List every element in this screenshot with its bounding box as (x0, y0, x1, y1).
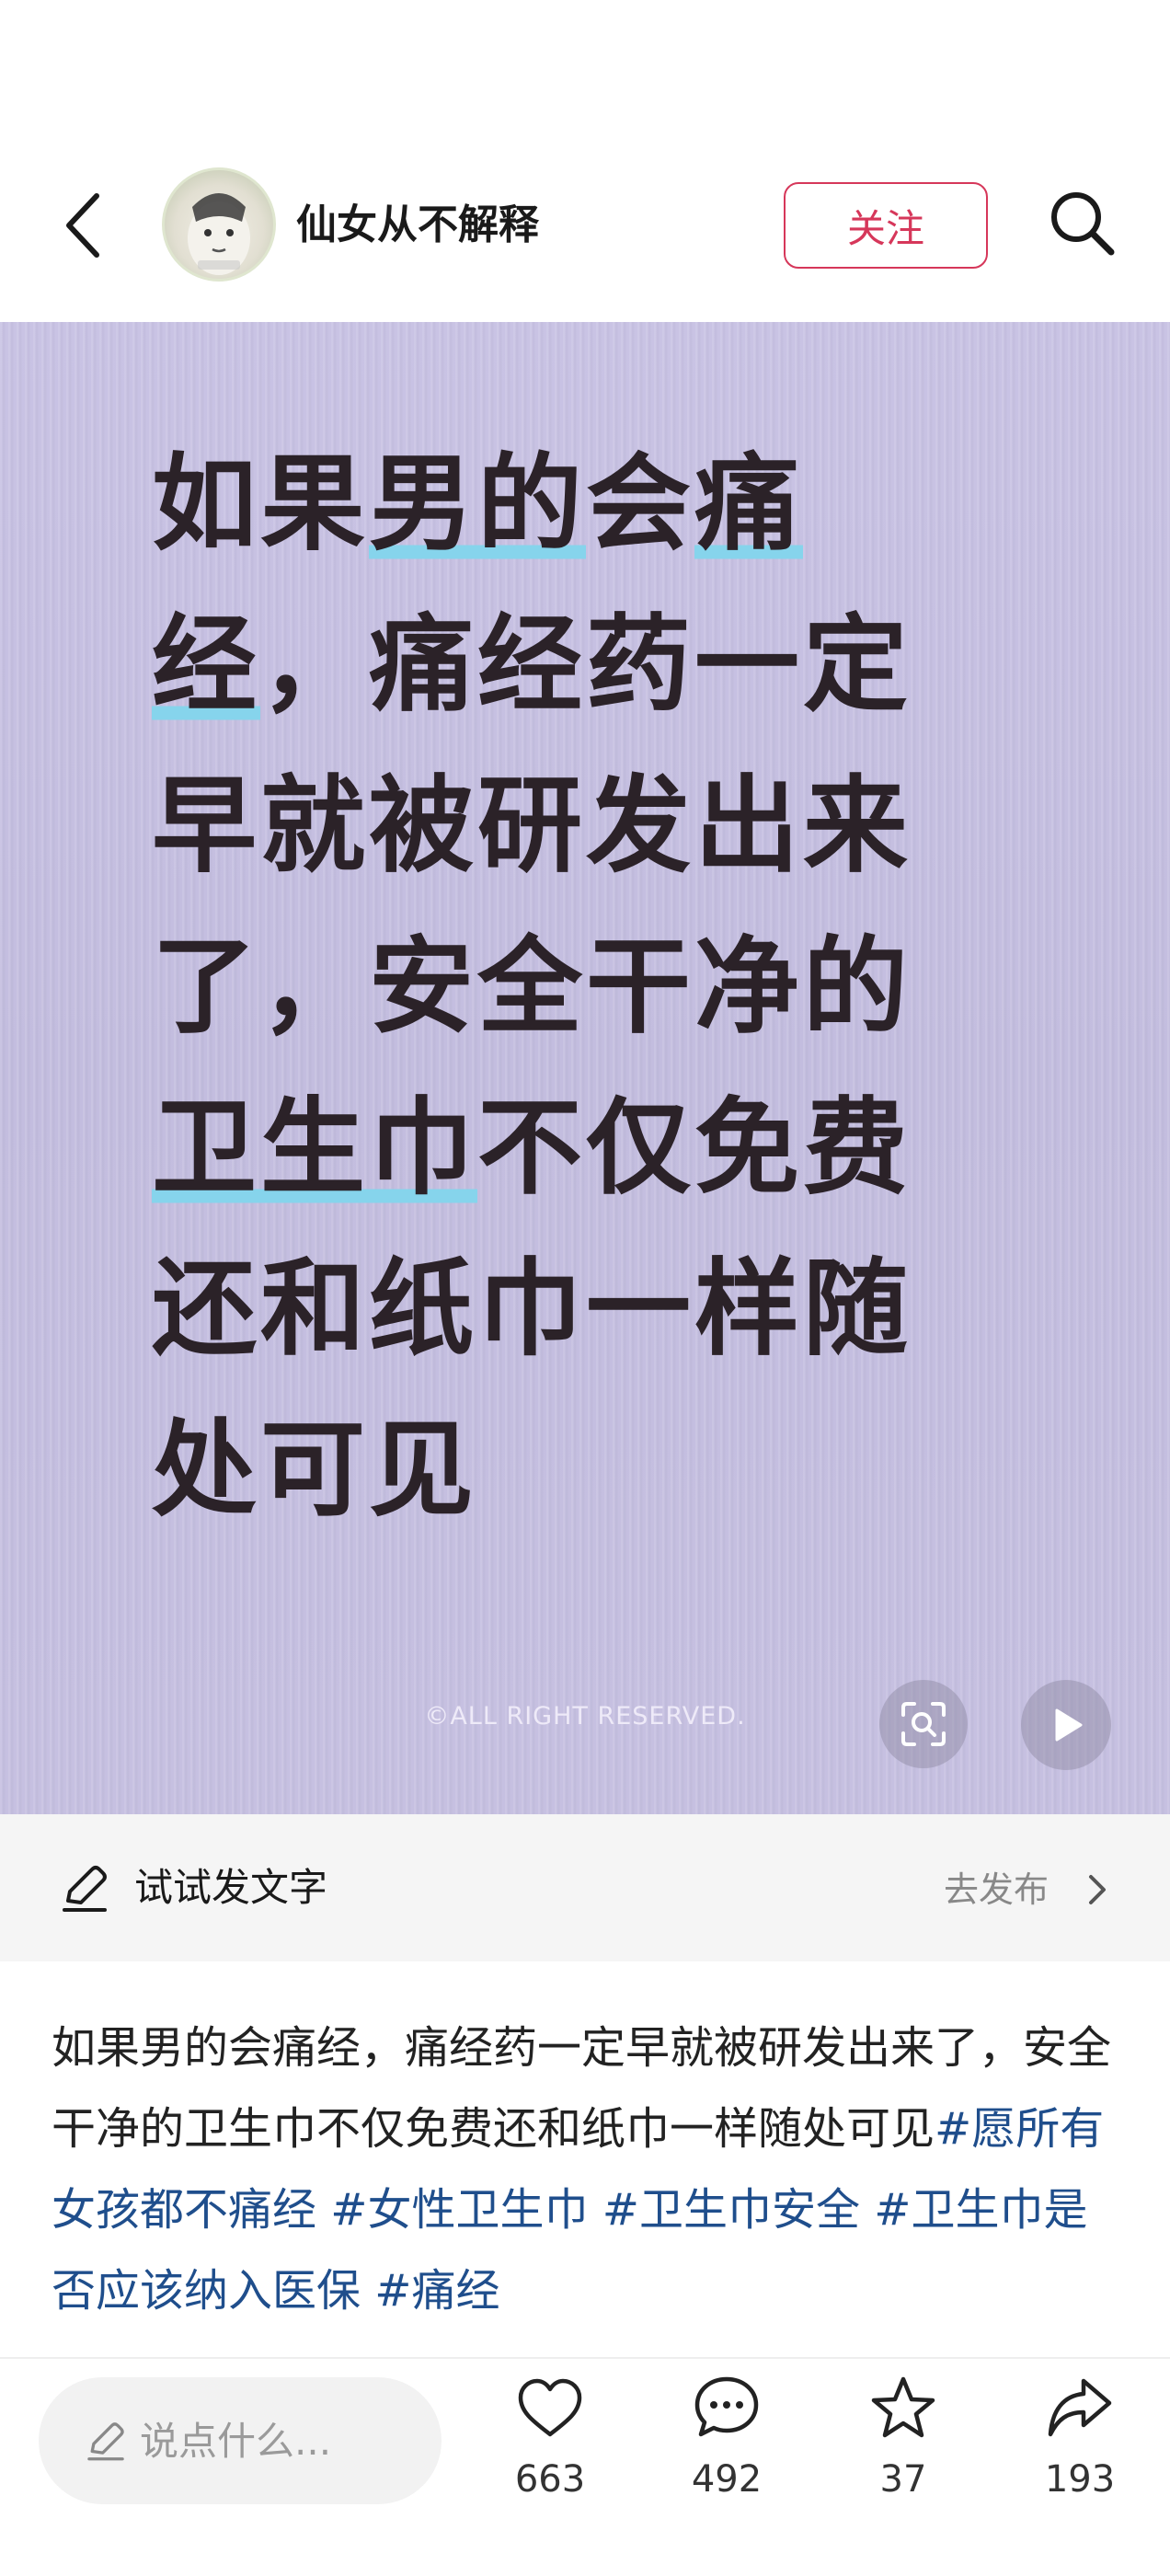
favorite-count: 37 (879, 2458, 927, 2501)
hashtag-link[interactable]: #痛经 (374, 2265, 499, 2317)
post-text-segment: 会 (586, 443, 695, 565)
watermark: ©ALL RIGHT RESERVED. (424, 1702, 746, 1731)
comment-placeholder[interactable]: 说点什么... (140, 2414, 331, 2469)
post-description: 如果男的会痛经，痛经药一定早就被研发出来了，安全干净的卫生巾不仅免费还和纸巾一样… (52, 2007, 1118, 2331)
hashtag-link[interactable]: #女性卫生巾 (330, 2184, 588, 2236)
like-count: 663 (514, 2458, 586, 2501)
play-icon (1055, 1708, 1083, 1742)
comment-icon (694, 2376, 759, 2437)
comment-button[interactable]: 492 (671, 2374, 782, 2530)
chevron-right-icon[interactable] (1082, 1873, 1111, 1906)
avatar[interactable] (162, 167, 276, 282)
post-text-segment: ，痛经药一定早就被研发出来了，安全干净的 (152, 604, 912, 1048)
highlighted-text: 卫生巾 (152, 1087, 478, 1209)
pencil-icon (85, 2420, 127, 2462)
highlighted-text: 男的 (369, 443, 587, 565)
heart-icon (518, 2378, 582, 2437)
publish-link[interactable]: 去发布 (944, 1864, 1049, 1915)
image-search-button[interactable] (879, 1680, 968, 1768)
share-count: 193 (1044, 2458, 1116, 2501)
post-image-text: 如果男的会痛经，痛经药一定早就被研发出来了，安全干净的卫生巾不仅免费还和纸巾一样… (152, 423, 998, 1550)
favorite-button[interactable]: 37 (848, 2374, 958, 2530)
pencil-icon (59, 1862, 110, 1914)
share-button[interactable]: 193 (1025, 2374, 1135, 2530)
back-icon[interactable] (55, 189, 110, 262)
share-icon (1048, 2378, 1112, 2437)
author-name[interactable]: 仙女从不解释 (296, 198, 539, 253)
follow-button[interactable]: 关注 (784, 182, 988, 269)
scan-icon (901, 1702, 946, 1746)
bottom-divider (0, 2357, 1170, 2359)
compose-label[interactable]: 试试发文字 (134, 1860, 327, 1915)
search-icon[interactable] (1041, 182, 1122, 263)
hashtag-link[interactable]: #卫生巾安全 (602, 2184, 860, 2236)
star-icon (871, 2376, 935, 2438)
like-button[interactable]: 663 (495, 2374, 605, 2530)
play-button[interactable] (1021, 1680, 1111, 1770)
post-text-segment: 如果 (152, 443, 370, 565)
comment-count: 492 (691, 2458, 763, 2501)
